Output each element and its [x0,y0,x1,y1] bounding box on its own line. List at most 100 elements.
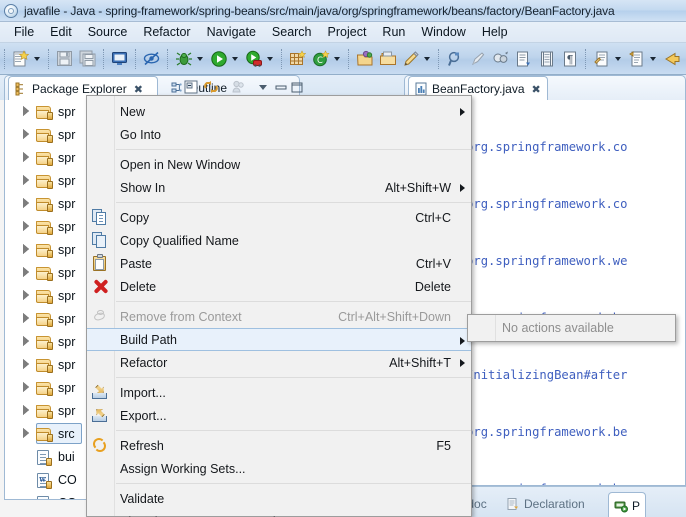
new-java-class-dropdown[interactable] [332,49,342,69]
menu-edit[interactable]: Edit [42,23,80,41]
run-icon[interactable] [208,48,229,69]
toggle-annotations-icon[interactable] [141,48,162,69]
menu-navigate[interactable]: Navigate [199,23,264,41]
menu-item-go-into[interactable]: Go Into [87,123,471,146]
menu-item-build-path[interactable]: Build Path [87,328,471,351]
menu-item-new[interactable]: New [87,100,471,123]
menu-search[interactable]: Search [264,23,320,41]
open-task-icon[interactable] [377,48,398,69]
menu-file[interactable]: File [6,23,42,41]
menu-refactor[interactable]: Refactor [135,23,198,41]
menu-window[interactable]: Window [413,23,473,41]
pencil-dropdown[interactable] [422,49,432,69]
menu-item-export[interactable]: Export... [87,404,471,427]
maximize-icon[interactable] [289,79,306,96]
search-icon[interactable] [444,48,465,69]
menu-item-copy-qualified-name[interactable]: Copy Qualified Name [87,229,471,252]
menu-bar[interactable]: File Edit Source Refactor Navigate Searc… [0,22,686,43]
link-with-editor-icon[interactable] [203,79,220,96]
menu-run[interactable]: Run [374,23,413,41]
bottom-tab-progress[interactable]: P [608,492,647,517]
run-dropdown[interactable] [230,49,240,69]
chevron-right-icon[interactable] [23,106,29,116]
tab-label: BeanFactory.java [432,82,525,96]
save-all-icon[interactable] [77,48,98,69]
menu-item-validate[interactable]: Validate [87,487,471,510]
run-coverage-dropdown[interactable] [265,49,275,69]
close-icon[interactable]: ✖ [134,83,143,96]
context-menu[interactable]: New Go Into Open in New Window Show In A… [86,95,472,517]
debug-dropdown[interactable] [195,49,205,69]
new-java-class-icon[interactable]: C [310,48,331,69]
menu-item-open-in-new-window[interactable]: Open in New Window [87,153,471,176]
close-icon[interactable]: ✖ [532,83,541,96]
brush-icon[interactable] [467,48,488,69]
menu-item-show-in-remote-systems-view[interactable]: Show in Remote Systems view [87,510,471,517]
menu-item-copy[interactable]: Copy Ctrl+C [87,206,471,229]
chevron-right-icon[interactable] [23,244,29,254]
last-edit-location-icon[interactable] [591,48,612,69]
chevron-right-icon[interactable] [23,313,29,323]
copy-qualified-name-icon [92,232,109,248]
chevron-right-icon[interactable] [23,290,29,300]
chevron-right-icon[interactable] [23,336,29,346]
menu-project[interactable]: Project [320,23,375,41]
menu-item-show-in[interactable]: Show In Alt+Shift+W [87,176,471,199]
package-folder-icon [36,265,53,281]
view-menu-icon[interactable] [255,79,272,96]
new-wizard-dropdown[interactable] [32,49,42,69]
menu-separator [116,430,471,431]
open-type-icon[interactable] [354,48,375,69]
previous-annotation-icon[interactable] [536,48,557,69]
submenu-item-label: No actions available [502,321,614,335]
menu-item-refactor[interactable]: Refactor Alt+Shift+T [87,351,471,374]
chevron-right-icon[interactable] [23,359,29,369]
forward-history-icon[interactable] [661,48,682,69]
toggle-mark-occurrences-icon[interactable] [490,48,511,69]
menu-item-assign-working-sets[interactable]: Assign Working Sets... [87,457,471,480]
new-java-package-icon[interactable] [287,48,308,69]
menu-item-refresh[interactable]: Refresh F5 [87,434,471,457]
chevron-right-icon[interactable] [23,382,29,392]
chevron-right-icon[interactable] [23,129,29,139]
debug-icon[interactable] [173,48,194,69]
new-wizard-icon[interactable] [10,48,31,69]
pilcrow-icon[interactable]: ¶ [559,48,580,69]
console-icon[interactable] [109,48,130,69]
run-coverage-icon[interactable] [243,48,264,69]
submenu-arrow-icon [460,184,465,192]
chevron-right-icon[interactable] [23,152,29,162]
toolbar-separator [103,48,104,69]
toolbar-separator [4,48,5,69]
menu-item-label: Build Path [120,332,177,347]
menu-item-delete[interactable]: Delete Delete [87,275,471,298]
minimize-icon[interactable] [273,79,290,96]
last-edit-dropdown[interactable] [613,49,623,69]
menu-item-paste[interactable]: Paste Ctrl+V [87,252,471,275]
chevron-right-icon[interactable] [23,198,29,208]
back-history-dropdown[interactable] [648,49,658,69]
pencil-icon[interactable] [400,48,421,69]
chevron-right-icon[interactable] [23,221,29,231]
menu-item-label: Open in New Window [120,157,241,172]
save-icon[interactable] [54,48,75,69]
collapse-all-icon[interactable] [183,79,200,96]
build-path-submenu[interactable]: No actions available [467,314,676,342]
menu-item-import[interactable]: Import... [87,381,471,404]
chevron-right-icon[interactable] [23,428,29,438]
chevron-right-icon[interactable] [23,405,29,415]
back-history-icon[interactable] [626,48,647,69]
import-icon [92,384,109,400]
menu-help[interactable]: Help [474,23,516,41]
menu-item-label: Paste [120,256,152,271]
chevron-right-icon[interactable] [23,175,29,185]
declaration-icon [506,497,520,511]
tree-item-label: spr [58,127,76,142]
chevron-right-icon[interactable] [23,267,29,277]
bottom-tab-declaration[interactable]: Declaration [506,492,585,515]
menu-source[interactable]: Source [80,23,136,41]
focus-on-active-task-icon[interactable] [231,79,248,96]
submenu-item-no-actions: No actions available [468,315,675,341]
next-annotation-icon[interactable] [513,48,534,69]
menu-item-label: Copy [120,210,150,225]
